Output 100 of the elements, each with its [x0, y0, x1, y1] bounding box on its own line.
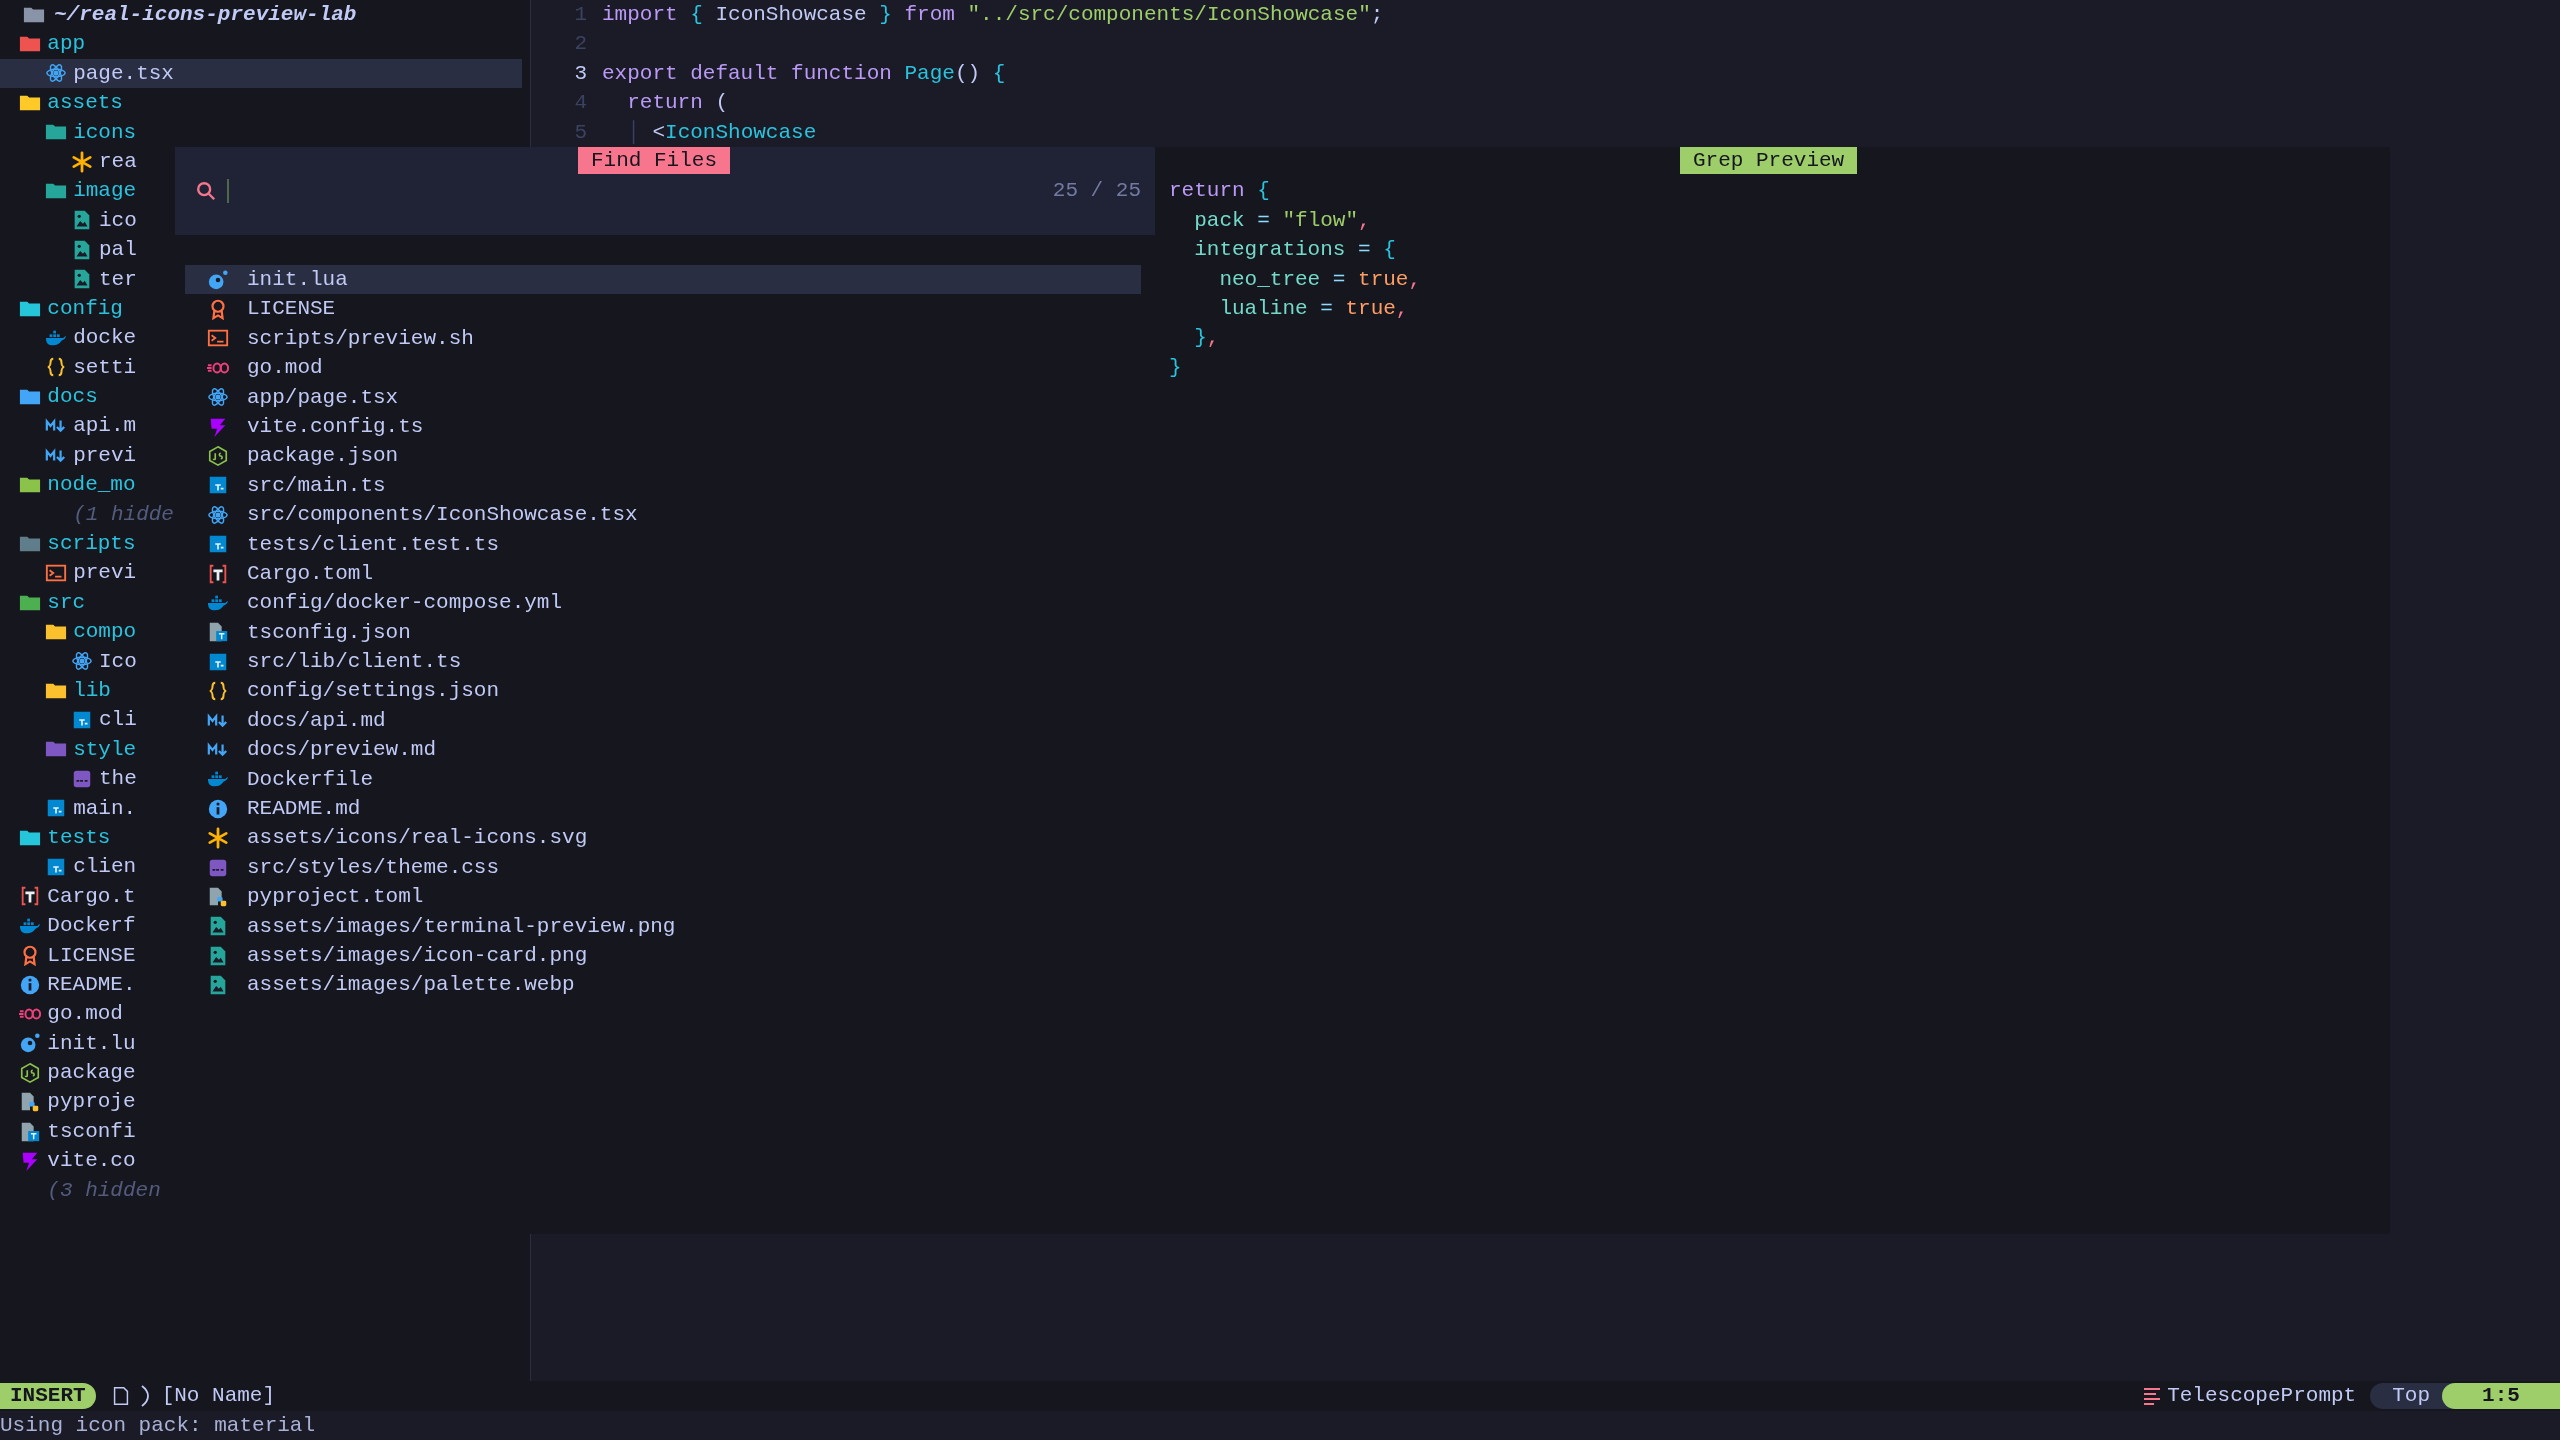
result-item[interactable]: config/settings.json: [185, 676, 1141, 706]
code-line: neo_tree = true,: [1218, 266, 1422, 293]
result-item[interactable]: src/main.ts: [185, 470, 1141, 501]
file-item[interactable]: go.mod: [0, 999, 125, 1029]
folder-item[interactable]: assets: [0, 88, 125, 118]
folder-item[interactable]: image: [0, 176, 139, 206]
hexagon-icon: [207, 445, 229, 468]
line-number: 1: [573, 2, 588, 28]
file-item[interactable]: Ico: [0, 646, 139, 676]
file-item[interactable]: cli: [0, 705, 139, 735]
result-item[interactable]: assets/images/icon-card.png: [185, 941, 1141, 971]
result-item[interactable]: config/docker-compose.yml: [185, 588, 1141, 618]
project-root: ~/real-icons-preview-lab: [54, 2, 357, 28]
folder-item[interactable]: tests: [0, 822, 113, 853]
folder-item[interactable]: scripts: [0, 529, 138, 559]
line-number: 3: [573, 60, 588, 87]
file-item[interactable]: README.: [0, 969, 138, 1000]
file-item[interactable]: rea: [0, 146, 139, 177]
result-item[interactable]: assets/images/palette.webp: [185, 970, 1141, 1000]
file-item[interactable]: package: [0, 1058, 138, 1088]
atom-icon: [207, 386, 229, 409]
file-item[interactable]: pyproje: [0, 1087, 138, 1117]
file-item[interactable]: the: [0, 764, 139, 794]
result-item[interactable]: src/lib/client.ts: [185, 647, 1141, 677]
folder-item[interactable]: src: [0, 587, 88, 618]
code-line: pack = "flow",: [1193, 207, 1371, 234]
file-item[interactable]: docke: [0, 323, 139, 353]
code-line: },: [1193, 325, 1220, 352]
file-item[interactable]: page.tsx: [0, 58, 522, 89]
file-item[interactable]: clien: [0, 852, 139, 882]
result-item[interactable]: app/page.tsx: [185, 382, 1141, 412]
file-name: [No Name]: [161, 1383, 276, 1410]
line-number: 5: [573, 119, 588, 146]
folder-item[interactable]: compo: [0, 617, 139, 647]
result-item[interactable]: src/styles/theme.css: [185, 852, 1141, 883]
folder-item[interactable]: config: [0, 293, 125, 324]
picker-title: Find Files: [578, 147, 731, 174]
code-line: import { IconShowcase } from "../src/components/IconShowcase";: [602, 2, 1384, 28]
moon-icon: [19, 1032, 42, 1055]
folder-item[interactable]: app: [0, 29, 88, 59]
folder-item[interactable]: docs: [0, 382, 100, 412]
folder-item[interactable]: icons: [0, 117, 139, 147]
hexagon-icon: [19, 1061, 42, 1084]
atom-icon: [45, 62, 68, 85]
file-item[interactable]: ter: [0, 264, 139, 294]
file-item[interactable]: pal: [0, 235, 139, 265]
config-file-icon: [19, 1120, 42, 1143]
config-file-icon: [207, 621, 229, 644]
preview-title: Grep Preview: [1680, 147, 1858, 174]
code-line: return {: [1169, 178, 1270, 205]
result-item[interactable]: go.mod: [185, 353, 1141, 383]
code-line: }: [1169, 354, 1182, 381]
file-item[interactable]: ico: [0, 205, 139, 236]
code-line: │ <IconShowcase: [626, 119, 817, 146]
file-item[interactable]: LICENSE: [0, 940, 138, 970]
braces-icon: [207, 680, 229, 703]
file-item[interactable]: setti: [0, 352, 139, 383]
file-item[interactable]: main.: [0, 793, 139, 823]
result-item[interactable]: tsconfig.json: [185, 617, 1141, 648]
result-item[interactable]: Cargo.toml: [185, 558, 1141, 589]
result-item[interactable]: assets/icons/real-icons.svg: [185, 823, 1141, 853]
result-item[interactable]: src/components/IconShowcase.tsx: [185, 500, 1141, 530]
filetype-label: TelescopePrompt: [2167, 1383, 2357, 1410]
file-item[interactable]: Dockerf: [0, 911, 138, 941]
python-file-icon: [207, 885, 229, 908]
folder-item[interactable]: lib: [0, 676, 113, 706]
line-number: 2: [573, 31, 588, 58]
result-item[interactable]: docs/api.md: [185, 705, 1141, 736]
mode-indicator: INSERT: [0, 1382, 96, 1409]
result-item[interactable]: pyproject.toml: [185, 882, 1141, 912]
result-item[interactable]: Dockerfile: [185, 764, 1141, 795]
result-item[interactable]: README.md: [185, 794, 1141, 824]
file-item[interactable]: tsconfi: [0, 1116, 138, 1147]
result-item[interactable]: assets/images/terminal-preview.png: [185, 911, 1141, 941]
result-item[interactable]: tests/client.test.ts: [185, 529, 1141, 559]
result-item[interactable]: docs/preview.md: [185, 735, 1141, 765]
folder-item[interactable]: node_mo: [0, 470, 138, 500]
asterisk-icon: [70, 150, 93, 173]
file-item[interactable]: previ: [0, 558, 139, 588]
result-item[interactable]: package.json: [185, 441, 1141, 471]
toml-icon: [207, 562, 229, 585]
file-item[interactable]: api.m: [0, 411, 139, 441]
result-item[interactable]: init.lua: [185, 265, 1141, 295]
file-item[interactable]: vite.co: [0, 1146, 138, 1176]
result-item[interactable]: LICENSE: [185, 294, 1141, 324]
result-item[interactable]: scripts/preview.sh: [185, 323, 1141, 354]
code-line: integrations = {: [1193, 237, 1396, 264]
separator-icon: [139, 1383, 152, 1408]
result-item[interactable]: vite.config.ts: [185, 411, 1141, 442]
file-item[interactable]: Cargo.t: [0, 881, 138, 912]
code-line: lualine = true,: [1218, 295, 1409, 322]
atom-icon: [207, 503, 229, 526]
file-item[interactable]: init.lu: [0, 1028, 138, 1059]
atom-icon: [70, 650, 93, 673]
info-icon: [207, 797, 229, 820]
result-counter: 25 / 25: [1052, 178, 1141, 205]
code-line: export default function Page() {: [602, 60, 1006, 87]
folder-item[interactable]: style: [0, 734, 139, 765]
file-item[interactable]: previ: [0, 440, 139, 471]
message-line: Using icon pack: material: [0, 1412, 316, 1439]
